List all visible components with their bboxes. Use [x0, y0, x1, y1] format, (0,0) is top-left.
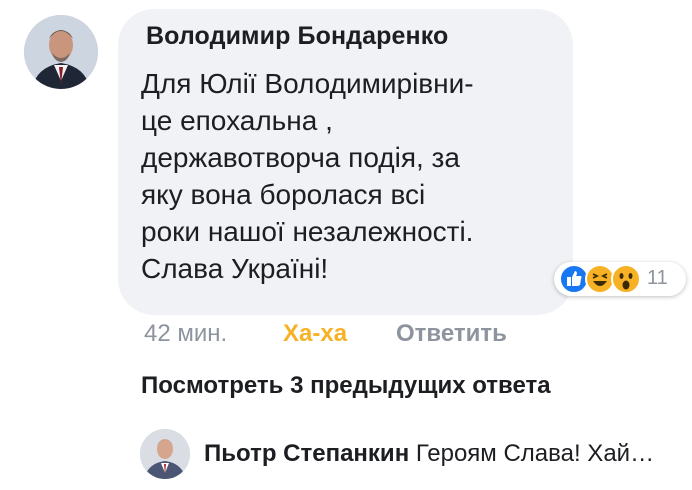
view-previous-replies-link[interactable]: Посмотреть 3 предыдущих ответа — [141, 372, 551, 400]
comment-author[interactable]: Володимир Бондаренко — [146, 22, 448, 51]
haha-reaction-button[interactable]: Ха-ха — [283, 320, 347, 348]
reply-author[interactable]: Пьотр Степанкин — [204, 440, 409, 467]
reaction-count: 11 — [647, 267, 668, 289]
reactions-summary[interactable]: 11 — [554, 262, 686, 296]
reply-row: Пьотр Степанкин Героям Слава! Хай… — [204, 440, 688, 468]
wow-icon — [611, 264, 641, 294]
author-avatar[interactable] — [24, 15, 98, 89]
comment-time[interactable]: 42 мин. — [144, 320, 227, 348]
reply-button[interactable]: Ответить — [396, 320, 507, 348]
comment-text: Для Юлії Володимирівни- це епохальна , д… — [141, 68, 474, 284]
reply-text: Героям Слава! Хай… — [415, 440, 655, 467]
reply-author-avatar[interactable] — [140, 429, 190, 479]
avatar-image — [24, 15, 98, 89]
avatar-image — [140, 429, 190, 479]
